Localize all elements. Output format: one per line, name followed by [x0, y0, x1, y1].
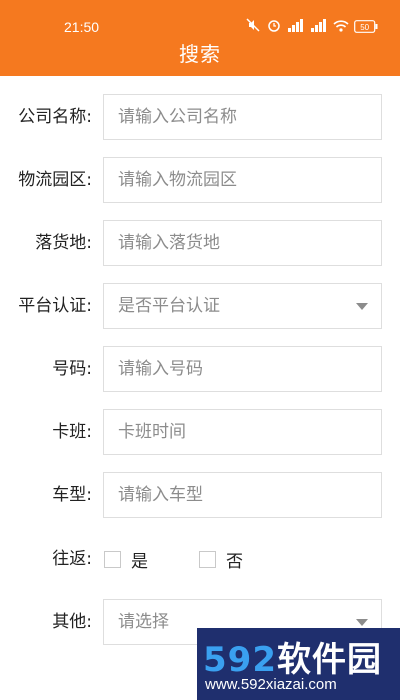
round-trip-row: 往返: 是 否 [0, 542, 400, 576]
signal-icon [287, 18, 305, 37]
watermark-text: 软件园 [276, 640, 382, 680]
vehicle-type-row: 车型: 请输入车型 [0, 472, 400, 518]
chevron-down-icon [356, 619, 368, 626]
watermark-brand: 592软件园 [203, 632, 382, 681]
status-time: 21:50 [64, 19, 100, 35]
certified-row: 平台认证: 是否平台认证 [0, 283, 400, 329]
destination-row: 落货地: 请输入落货地 [0, 220, 400, 266]
certified-label: 平台认证: [18, 296, 92, 316]
watermark-logo: 592软件园 www.592xiazai.com [197, 628, 400, 700]
chevron-down-icon [356, 303, 368, 310]
round-trip-yes-option[interactable]: 是 [104, 542, 148, 576]
park-row: 物流园区: 请输入物流园区 [0, 157, 400, 203]
shift-time-input[interactable]: 卡班时间 [103, 409, 382, 455]
signal-icon [310, 18, 328, 37]
round-trip-yes-checkbox[interactable] [104, 550, 121, 568]
round-trip-yes-label: 是 [131, 551, 148, 572]
park-placeholder: 请输入物流园区 [118, 170, 237, 190]
vehicle-type-placeholder: 请输入车型 [118, 485, 203, 505]
number-label: 号码: [52, 359, 92, 379]
watermark-url: www.592xiazai.com [205, 676, 337, 693]
certified-value: 是否平台认证 [118, 296, 220, 316]
other-label: 其他: [52, 612, 92, 632]
alarm-icon [266, 17, 282, 37]
round-trip-no-checkbox[interactable] [199, 550, 216, 568]
shift-placeholder: 卡班时间 [118, 422, 186, 442]
status-icons: 50 [245, 17, 378, 37]
destination-placeholder: 请输入落货地 [118, 233, 220, 253]
round-trip-label: 往返: [52, 549, 92, 569]
certified-select[interactable]: 是否平台认证 [103, 283, 382, 329]
company-input[interactable]: 请输入公司名称 [103, 94, 382, 140]
vehicle-type-label: 车型: [52, 485, 92, 505]
destination-label: 落货地: [35, 233, 92, 253]
company-row: 公司名称: 请输入公司名称 [0, 94, 400, 140]
svg-text:50: 50 [360, 23, 369, 32]
destination-input[interactable]: 请输入落货地 [103, 220, 382, 266]
number-input[interactable]: 请输入号码 [103, 346, 382, 392]
other-value: 请选择 [118, 612, 169, 632]
number-placeholder: 请输入号码 [118, 359, 203, 379]
round-trip-no-option[interactable]: 否 [199, 542, 243, 576]
wifi-icon [333, 18, 349, 37]
number-row: 号码: 请输入号码 [0, 346, 400, 392]
park-input[interactable]: 请输入物流园区 [103, 157, 382, 203]
app-header: 21:50 50 搜索 [0, 0, 400, 76]
mute-icon [245, 17, 261, 37]
shift-row: 卡班: 卡班时间 [0, 409, 400, 455]
company-placeholder: 请输入公司名称 [118, 107, 237, 127]
company-label: 公司名称: [18, 107, 92, 127]
page-title: 搜索 [179, 42, 221, 66]
watermark-number: 592 [203, 640, 277, 680]
vehicle-type-input[interactable]: 请输入车型 [103, 472, 382, 518]
round-trip-no-label: 否 [226, 551, 243, 572]
shift-label: 卡班: [52, 422, 92, 442]
battery-icon: 50 [354, 18, 378, 37]
park-label: 物流园区: [18, 170, 92, 190]
